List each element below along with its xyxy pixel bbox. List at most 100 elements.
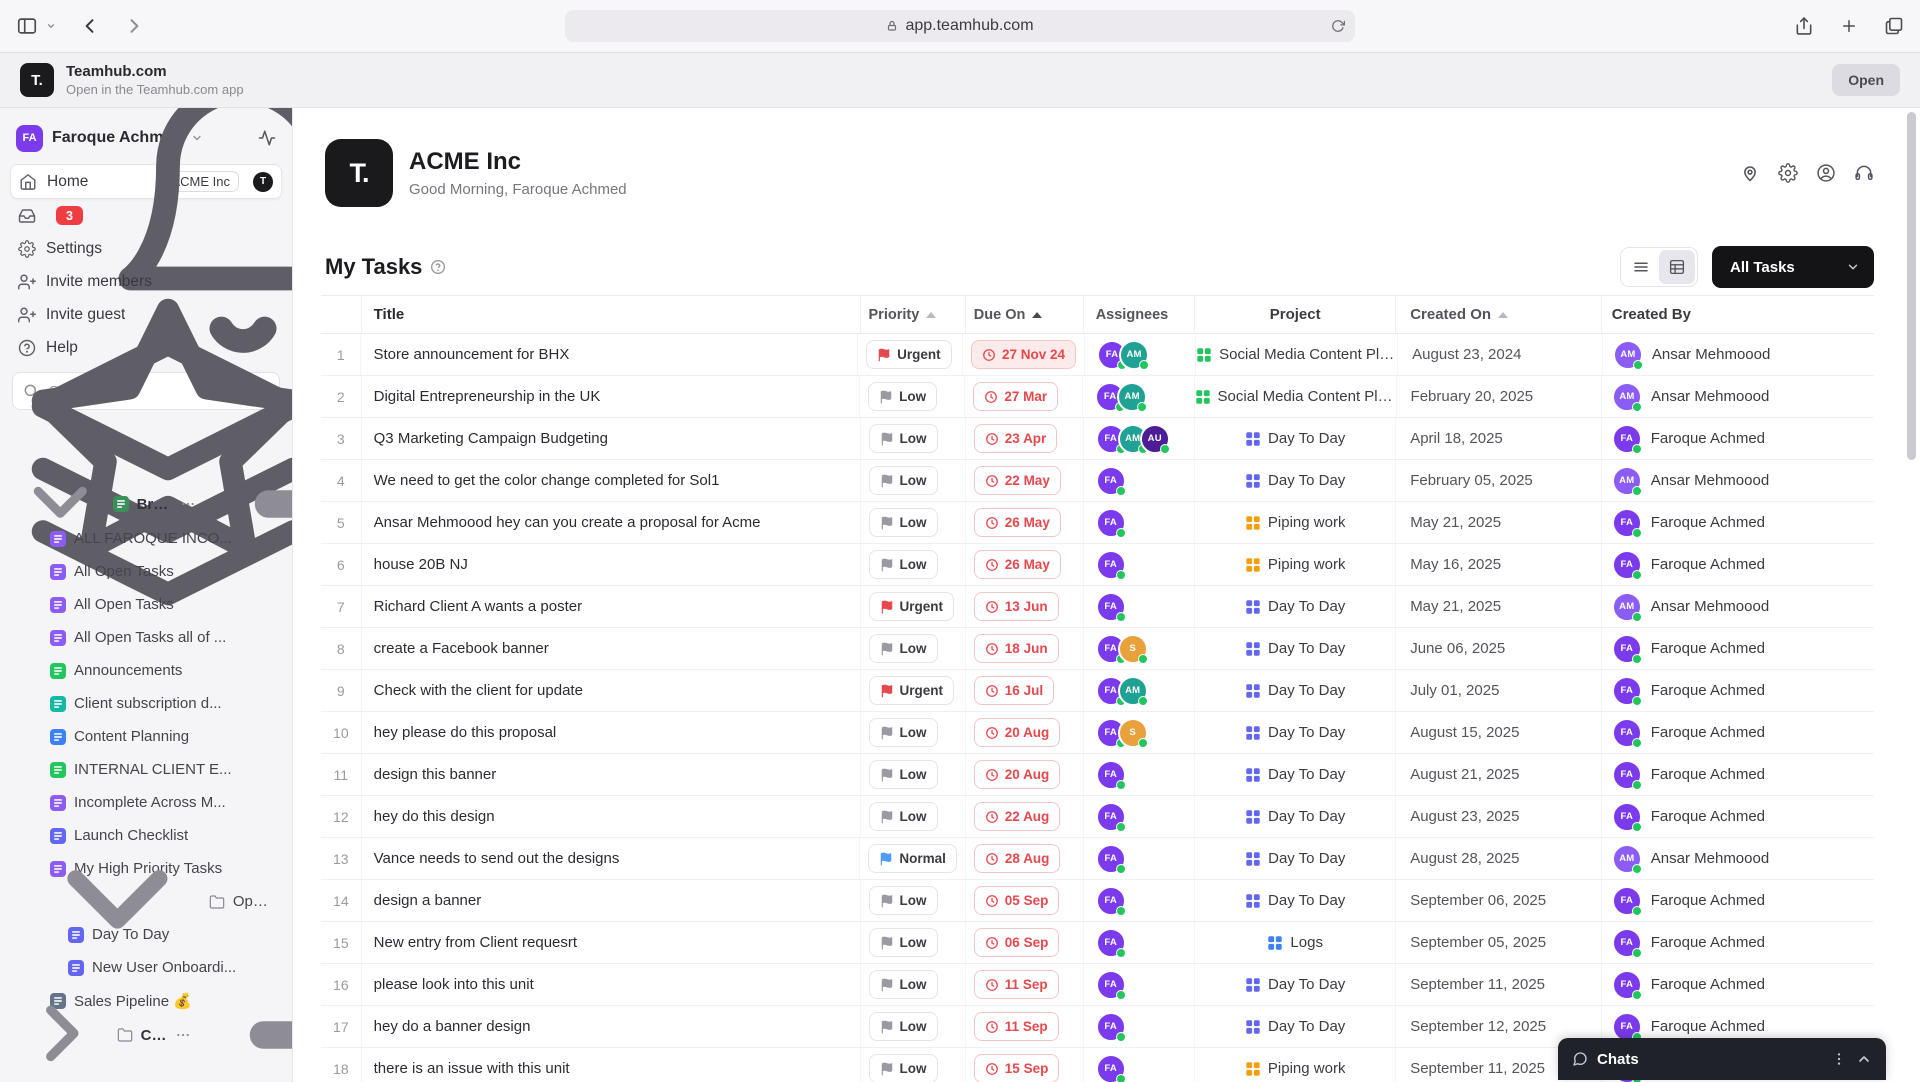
task-title[interactable]: Store announcement for BHX [373, 346, 569, 363]
share-icon[interactable] [1794, 16, 1814, 36]
table-view-button[interactable] [1659, 250, 1695, 284]
due-date-badge[interactable]: 28 Aug [974, 844, 1061, 873]
project-cell[interactable]: Day To Day [1194, 754, 1395, 795]
created-by-cell[interactable]: FAFaroque Achmed [1601, 670, 1874, 711]
priority-badge[interactable]: Low [869, 928, 938, 957]
assignees-cell[interactable]: FA [1083, 754, 1194, 795]
created-by-cell[interactable]: FAFaroque Achmed [1601, 628, 1874, 669]
project-cell[interactable]: Piping work [1194, 1048, 1395, 1082]
open-app-button[interactable]: Open [1832, 64, 1900, 96]
priority-badge[interactable]: Low [868, 382, 937, 411]
assignees-cell[interactable]: FAS [1083, 628, 1194, 669]
project-cell[interactable]: Day To Day [1194, 418, 1395, 459]
created-by-cell[interactable]: FAFaroque Achmed [1601, 880, 1874, 921]
due-date-badge[interactable]: 18 Jun [974, 634, 1059, 663]
sidebar-tree-item[interactable]: INTERNAL CLIENT E... [10, 753, 282, 786]
sidebar-tree-item[interactable]: Content Planning [10, 720, 282, 753]
created-by-cell[interactable]: AMAnsar Mehmoood [1602, 334, 1874, 375]
task-title[interactable]: create a Facebook banner [374, 640, 549, 657]
due-date-badge[interactable]: 27 Nov 24 [971, 340, 1076, 369]
task-row[interactable]: 15New entry from Client requesrtLow06 Se… [321, 922, 1874, 964]
task-title[interactable]: design a banner [374, 892, 482, 909]
task-title[interactable]: Ansar Mehmoood hey can you create a prop… [374, 514, 761, 531]
task-row[interactable]: 4We need to get the color change complet… [321, 460, 1874, 502]
task-title[interactable]: New entry from Client requesrt [374, 934, 577, 951]
task-row[interactable]: 1Store announcement for BHXUrgent27 Nov … [321, 334, 1874, 376]
forward-button[interactable] [124, 16, 144, 36]
profile-icon[interactable] [1816, 163, 1836, 183]
task-title[interactable]: house 20B NJ [374, 556, 468, 573]
task-title[interactable]: Check with the client for update [374, 682, 583, 699]
assignees-cell[interactable]: FA [1083, 880, 1194, 921]
assignees-cell[interactable]: FA [1083, 964, 1194, 1005]
more-icon[interactable] [1831, 1051, 1847, 1067]
project-cell[interactable]: Social Media Content Plan … [1194, 376, 1396, 417]
task-row[interactable]: 9Check with the client for updateUrgent1… [321, 670, 1874, 712]
column-header-created-on[interactable]: Created On [1395, 296, 1601, 333]
created-by-cell[interactable]: FAFaroque Achmed [1601, 712, 1874, 753]
priority-badge[interactable]: Low [869, 634, 938, 663]
project-cell[interactable]: Day To Day [1194, 460, 1395, 501]
priority-badge[interactable]: Low [869, 508, 938, 537]
task-row[interactable]: 13Vance needs to send out the designsNor… [321, 838, 1874, 880]
sidebar-tree-item[interactable]: Client subscription d... [10, 687, 282, 720]
scrollbar-thumb[interactable] [1907, 112, 1916, 460]
more-icon[interactable] [180, 496, 196, 512]
created-by-cell[interactable]: AMAnsar Mehmoood [1601, 838, 1874, 879]
task-title[interactable]: We need to get the color change complete… [374, 472, 720, 489]
due-date-badge[interactable]: 11 Sep [974, 970, 1059, 999]
assignees-cell[interactable]: FA [1083, 838, 1194, 879]
project-cell[interactable]: Social Media Content Plan … [1195, 334, 1397, 375]
due-date-badge[interactable]: 11 Sep [974, 1012, 1059, 1041]
created-by-cell[interactable]: AMAnsar Mehmoood [1601, 586, 1874, 627]
assignees-cell[interactable]: FA [1083, 544, 1194, 585]
project-cell[interactable]: Piping work [1194, 544, 1395, 585]
address-bar[interactable]: app.teamhub.com [565, 10, 1355, 42]
task-title[interactable]: please look into this unit [374, 976, 534, 993]
column-header-due-on[interactable]: Due On [965, 296, 1083, 333]
due-date-badge[interactable]: 26 May [974, 508, 1061, 537]
sidebar-item-inbox[interactable]: Inbox3 [10, 199, 282, 232]
task-title[interactable]: there is an issue with this unit [374, 1060, 570, 1077]
created-by-cell[interactable]: FAFaroque Achmed [1601, 502, 1874, 543]
sidebar-tree-item[interactable]: Announcements [10, 654, 282, 687]
task-row[interactable]: 16please look into this unitLow11 SepFAD… [321, 964, 1874, 1006]
task-row[interactable]: 7Richard Client A wants a posterUrgent13… [321, 586, 1874, 628]
project-cell[interactable]: Day To Day [1194, 628, 1395, 669]
due-date-badge[interactable]: 22 May [974, 466, 1061, 495]
task-title[interactable]: Q3 Marketing Campaign Budgeting [374, 430, 608, 447]
priority-badge[interactable]: Urgent [869, 592, 955, 621]
pin-icon[interactable] [1740, 163, 1760, 183]
project-cell[interactable]: Day To Day [1194, 712, 1395, 753]
chevron-up-icon[interactable] [1856, 1051, 1872, 1067]
tabs-overview-icon[interactable] [1884, 16, 1904, 36]
priority-badge[interactable]: Low [869, 424, 938, 453]
project-cell[interactable]: Day To Day [1194, 1006, 1395, 1047]
add-icon[interactable] [206, 354, 293, 654]
chevron-down-icon[interactable] [46, 21, 56, 31]
assignees-cell[interactable]: FAAMAU [1083, 418, 1194, 459]
support-headset-icon[interactable] [1854, 163, 1874, 183]
project-cell[interactable]: Day To Day [1194, 880, 1395, 921]
created-by-cell[interactable]: AMAnsar Mehmoood [1601, 376, 1874, 417]
assignees-cell[interactable]: FA [1083, 586, 1194, 627]
task-title[interactable]: hey do a banner design [374, 1018, 531, 1035]
sidebar-tree-item[interactable]: Incomplete Across M... [10, 786, 282, 819]
assignees-cell[interactable]: FA [1083, 922, 1194, 963]
add-icon[interactable] [201, 885, 293, 1082]
assignees-cell[interactable]: FA [1083, 796, 1194, 837]
project-cell[interactable]: Day To Day [1194, 586, 1395, 627]
created-by-cell[interactable]: FAFaroque Achmed [1601, 922, 1874, 963]
assignees-cell[interactable]: FA [1083, 1048, 1194, 1082]
priority-badge[interactable]: Normal [868, 844, 957, 873]
all-tasks-dropdown[interactable]: All Tasks [1712, 246, 1874, 288]
assignees-cell[interactable]: FA [1083, 502, 1194, 543]
task-row[interactable]: 2Digital Entrepreneurship in the UKLow27… [321, 376, 1874, 418]
priority-badge[interactable]: Low [869, 550, 938, 579]
priority-badge[interactable]: Low [869, 970, 938, 999]
priority-badge[interactable]: Low [869, 886, 938, 915]
priority-badge[interactable]: Low [869, 718, 938, 747]
priority-badge[interactable]: Urgent [866, 340, 952, 369]
chats-widget[interactable]: Chats [1558, 1038, 1886, 1080]
priority-badge[interactable]: Low [869, 1054, 938, 1082]
